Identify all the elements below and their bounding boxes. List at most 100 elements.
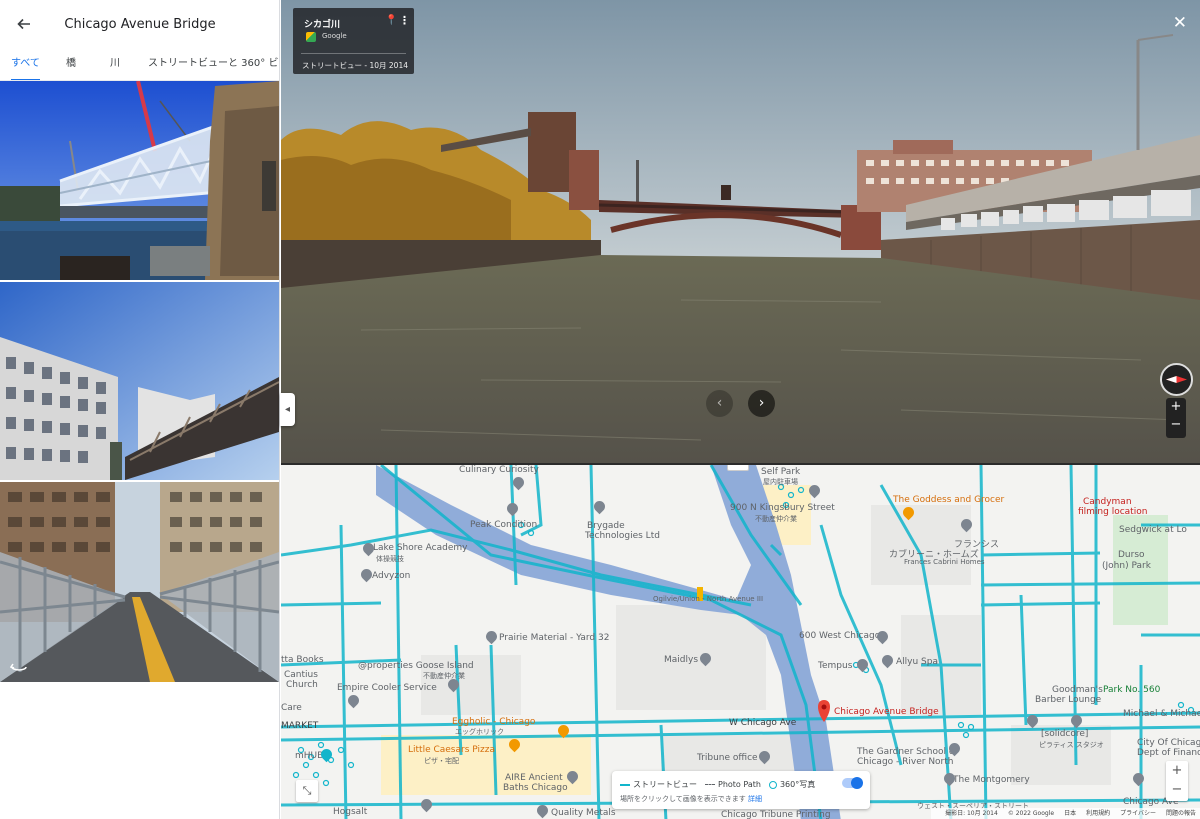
photo-thumbnail-bridge-truss[interactable]	[0, 81, 279, 280]
map-label-prairie[interactable]: Prairie Material - Yard 32	[499, 633, 609, 643]
attrib-shot-date: 撮影日: 10月 2014	[945, 810, 998, 817]
map-label-tribune-printing[interactable]: Chicago Tribune Printing	[721, 810, 831, 819]
map-label-gardner[interactable]: The Gardner School of	[857, 747, 958, 757]
map-label-tempus[interactable]: Tempus	[818, 661, 852, 671]
legend-hint-row: 場所をクリックして画像を表示できます 詳細	[620, 794, 762, 804]
map-label-park-560[interactable]: Park No. 560	[1103, 685, 1160, 695]
attrib-copyright: © 2022 Google	[1007, 810, 1055, 817]
map-label-self-park[interactable]: Self Park	[761, 467, 800, 477]
map-label-durso[interactable]: Durso	[1118, 550, 1145, 560]
map-label-lake-shore-jp: 体操競技	[376, 555, 404, 563]
map-label-sedgwick[interactable]: Sedgwick at Lo	[1119, 525, 1187, 535]
panel-header: Chicago Avenue Bridge	[0, 0, 279, 48]
more-options-icon[interactable]: ⋮	[399, 14, 410, 27]
tab-bridge[interactable]: 橋	[66, 48, 76, 80]
map-label-goose-jp: 不動産仲介業	[423, 672, 465, 680]
map-label-quality-metals[interactable]: Quality Metals	[551, 808, 616, 818]
map-label-michael[interactable]: Michael & Michae	[1123, 709, 1200, 719]
map-label-city-chicago[interactable]: City Of Chicago	[1137, 738, 1200, 748]
next-photo-button[interactable]: ›	[748, 390, 775, 417]
map-zoom-in-button[interactable]: +	[1166, 761, 1188, 780]
map-zoom-control: + −	[1166, 761, 1188, 801]
tab-all[interactable]: すべて	[11, 48, 40, 80]
map-resize-handle[interactable]	[727, 465, 749, 471]
map-label-candyman[interactable]: Candyman	[1083, 497, 1132, 507]
tab-streetview-360[interactable]: ストリートビューと 360° ビュ	[148, 48, 279, 80]
map-label-cantius-2: Church	[286, 680, 318, 690]
map-canvas	[281, 465, 1200, 819]
tab-river[interactable]: 川	[110, 48, 120, 80]
rotate-360-icon	[10, 663, 27, 671]
map-label-cabrini[interactable]: Frances Cabrini Homes	[904, 558, 985, 566]
map-label-empire-cooler[interactable]: Empire Cooler Service	[337, 683, 437, 693]
map-label-little-caesars[interactable]: Little Caesars Pizza	[408, 745, 495, 755]
legend-row: ストリートビュー Photo Path 360°写真	[620, 779, 815, 790]
place-name: シカゴ川	[304, 20, 341, 30]
street-view-info-card: シカゴ川 Google 📍 ⋮ ストリートビュー - 10月 2014	[293, 8, 414, 74]
map-label-brygade-2: Technologies Ltd	[585, 531, 660, 541]
photo-thumbnail-bridge-deck[interactable]	[0, 482, 279, 682]
map-label-tribune-office[interactable]: Tribune office	[697, 753, 758, 763]
photo-side-panel: Chicago Avenue Bridge すべて 橋 川 ストリートビューと …	[0, 0, 280, 819]
capture-date[interactable]: ストリートビュー - 10月 2014	[302, 60, 408, 71]
map-label-600-west[interactable]: 600 West Chicago	[799, 631, 880, 641]
photo-360-swatch	[768, 780, 777, 789]
map-label-eggholic[interactable]: Eggholic - Chicago	[452, 717, 535, 727]
map-label-mhub[interactable]: mHUB	[295, 751, 323, 761]
map-label-candyman-2: filming location	[1078, 507, 1148, 517]
map-label-aire-2: Baths Chicago	[503, 783, 568, 793]
previous-photo-button[interactable]: ‹	[706, 390, 733, 417]
street-view-layer-toggle[interactable]	[842, 777, 863, 789]
photo-tabs: すべて 橋 川 ストリートビューと 360° ビュ	[0, 48, 279, 81]
map-label-montgomery[interactable]: The Montgomery	[953, 775, 1030, 785]
map-label-city-chicago-2: Dept of Finance	[1137, 748, 1200, 758]
map-zoom-out-button[interactable]: −	[1166, 780, 1188, 799]
map-label-cantius[interactable]: Cantius	[284, 670, 318, 680]
provider-label: Google	[322, 32, 347, 40]
map-label-maidlys[interactable]: Maidlys	[664, 655, 698, 665]
attrib-privacy[interactable]: プライバシー	[1120, 810, 1156, 817]
map-label-little-caesars-jp: ピザ・宅配	[424, 757, 459, 765]
map-label-self-park-jp: 屋内駐車場	[763, 478, 798, 486]
zoom-in-button[interactable]: +	[1166, 398, 1186, 416]
map-label-goddess-grocer[interactable]: The Goddess and Grocer	[893, 495, 1004, 505]
map-label-books[interactable]: tta Books	[281, 655, 324, 665]
map-label-market[interactable]: MARKET	[281, 721, 318, 731]
map-label-goodmans[interactable]: Goodman's	[1052, 685, 1103, 695]
location-pin-icon[interactable]: 📍	[385, 15, 397, 26]
zoom-out-button[interactable]: −	[1166, 416, 1186, 434]
map-label-solidcore[interactable]: [solidcore]	[1041, 729, 1088, 739]
map-attribution: 撮影日: 10月 2014 © 2022 Google 日本 利用規約 プライバシー 問題…	[931, 808, 1200, 819]
map-label-eggholic-jp: エッグホリック	[455, 728, 504, 736]
close-icon[interactable]: ✕	[1173, 15, 1187, 32]
street-view-line-swatch	[620, 783, 630, 786]
map-label-peak-condition[interactable]: Peak Condition	[470, 520, 537, 530]
map-label-care[interactable]: Care	[281, 703, 302, 713]
map-label-culinary[interactable]: Culinary Curiosity	[459, 465, 539, 475]
photo-thumbnail-buildings[interactable]	[0, 282, 279, 480]
map-label-aire[interactable]: AIRE Ancient	[505, 773, 563, 783]
map-label-advyzon[interactable]: Advyzon	[372, 571, 410, 581]
legend-hint: 場所をクリックして画像を表示できます	[620, 795, 746, 803]
map-label-chicago-avenue-bridge[interactable]: Chicago Avenue Bridge	[834, 707, 939, 717]
collapse-panel-button[interactable]: ◂	[280, 393, 295, 426]
map-label-goose-island[interactable]: @properties Goose Island	[358, 661, 474, 671]
google-logo-icon	[306, 32, 316, 42]
attrib-country[interactable]: 日本	[1064, 810, 1076, 817]
attrib-terms[interactable]: 利用規約	[1086, 810, 1110, 817]
map-label-hogsalt[interactable]: Hogsalt	[333, 807, 367, 817]
map-label-goodmans-2: Barber Lounge	[1035, 695, 1102, 705]
map-label-allyu-spa[interactable]: Allyu Spa	[896, 657, 938, 667]
legend-details-link[interactable]: 詳細	[748, 795, 762, 803]
info-divider	[301, 53, 406, 54]
map-label-brygade[interactable]: Brygade	[587, 521, 625, 531]
map-label-lake-shore[interactable]: Lake Shore Academy	[373, 543, 467, 553]
attrib-report[interactable]: 問題の報告	[1166, 810, 1196, 817]
map-pane[interactable]: Culinary Curiosity Self Park 屋内駐車場 The G…	[281, 463, 1200, 819]
compass-icon[interactable]	[1160, 363, 1193, 396]
fullscreen-icon[interactable]: ⤡	[296, 780, 318, 802]
map-label-solidcore-jp: ピラティス スタジオ	[1039, 741, 1104, 749]
street-view-legend: ストリートビュー Photo Path 360°写真 場所をクリックして画像を表示で…	[612, 771, 870, 809]
street-view-pane[interactable]: シカゴ川 Google 📍 ⋮ ストリートビュー - 10月 2014 ✕ ‹ …	[281, 0, 1200, 463]
map-label-kingsbury[interactable]: 900 N Kingsbury Street	[730, 503, 835, 513]
